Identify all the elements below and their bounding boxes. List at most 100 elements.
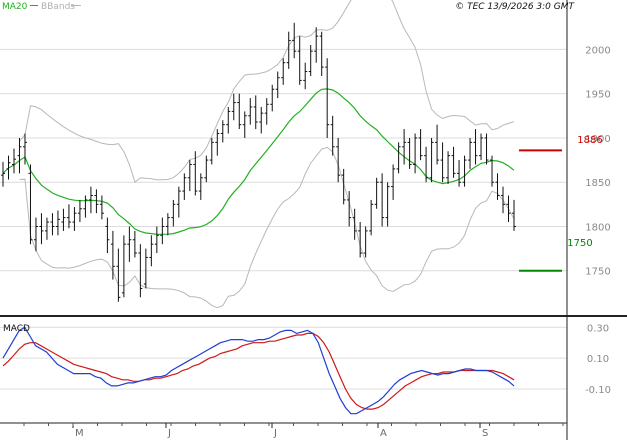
price-tick-label: 2000 [585,45,610,56]
ohlc-bar [72,206,77,231]
ohlc-bar [1,161,5,187]
ohlc-bar [440,142,445,183]
ohlc-bar [50,213,55,236]
ohlc-bar [149,235,154,267]
ohlc-bar [242,111,247,138]
ohlc-bar [99,195,104,220]
macd-tick-label: -0.10 [585,385,611,396]
x-tick-label: J [273,428,277,439]
legend-bbands: BBands [41,2,75,12]
legend-ma20: MA20 [2,2,28,12]
ohlc-bar [182,173,187,200]
macd-panel [0,326,567,415]
ohlc-bar [248,98,253,125]
ohlc-bar [39,213,44,245]
ohlc-bar [380,173,385,227]
price-tick-label: 1750 [585,267,610,278]
ohlc-bar [154,226,159,254]
ohlc-bar [303,62,308,90]
ohlc-bar [407,137,412,169]
copyright-text: © TEC 13/9/2026 3:0 GMT [455,2,575,12]
ohlc-bar [473,129,478,165]
ohlc-bar [187,160,192,192]
ohlc-bar [226,106,231,134]
ohlc-bar [330,115,335,156]
ohlc-bar [297,36,302,85]
ohlc-bar [259,106,264,134]
ohlc-bar [281,58,286,85]
support-label: 1750 [567,238,592,249]
signal-line [2,332,515,410]
macd-tick-label: 0.30 [587,323,609,334]
ohlc-bar [253,95,258,130]
ohlc-bar [160,217,165,245]
ohlc-bar [369,199,374,236]
price-tick-label: 1800 [585,222,610,233]
bband-upper-line [19,0,515,183]
ohlc-bar [116,248,121,302]
ohlc-bar [143,248,148,289]
ohlc-bar [418,129,423,161]
ohlc-bar [231,93,236,121]
price-tick-label: 1850 [585,178,610,189]
ohlc-bar [165,213,170,236]
stock-chart: 1750180018501900195020000.300.10-0.10M J J… [0,0,627,440]
ohlc-bar [237,93,242,130]
x-tick-label: S [482,428,488,439]
x-tick-label: J [167,428,171,439]
ohlc-bar [429,137,434,183]
ohlc-bar [325,58,330,138]
ohlc-bar [17,137,22,174]
price-panel [0,0,567,309]
ohlc-bar [66,204,71,229]
ohlc-bar [105,217,110,254]
ohlc-bar [28,164,33,245]
ohlc-bar [209,137,214,165]
ohlc-bar [132,230,137,258]
ohlc-bar [204,155,209,183]
macd-title: MACD [3,324,30,334]
ohlc-bar [171,199,176,227]
ohlc-bar [319,31,324,76]
ohlc-bar [402,129,407,165]
resistance-label: 1886 [577,135,602,146]
ohlc-bar [451,146,456,178]
ohlc-bar [83,195,88,218]
x-tick-label: M [75,428,84,439]
ohlc-bar [270,84,275,112]
legend-bbands-swatch [71,5,81,6]
ohlc-bar [44,217,49,240]
ohlc-bar [385,182,390,227]
ohlc-bar [292,22,297,59]
ohlc-bar [286,31,291,69]
ohlc-bar [61,208,66,231]
macd-tick-label: 0.10 [587,354,609,365]
legend-ma20-swatch [30,5,38,6]
ohlc-bar [110,230,115,280]
ohlc-bar [435,124,440,165]
ohlc-bar [127,226,132,262]
ohlc-bar [336,137,341,183]
ohlc-bar [176,186,181,218]
ohlc-bar [215,129,220,156]
ohlc-bar [506,195,511,223]
ohlc-bar [396,142,401,174]
ohlc-bar [77,199,82,223]
ohlc-bar [495,173,500,200]
price-tick-label: 1950 [585,90,610,101]
ohlc-bar [363,226,368,258]
macd-line [2,326,515,415]
bband-lower-line [19,146,515,309]
ohlc-bar [413,133,418,174]
axes: 1750180018501900195020000.300.10-0.10M J J… [0,0,627,440]
ohlc-bar [220,120,225,143]
x-tick-label: A [380,428,387,439]
ohlc-bar [264,98,269,125]
ohlc-bar [501,186,506,214]
ohlc-bar [446,151,451,184]
ohlc-bar [198,173,203,200]
ohlc-bar [352,208,357,240]
ohlc-bar [11,148,16,174]
ohlc-bar [55,210,60,236]
ohlc-bar [121,235,126,298]
